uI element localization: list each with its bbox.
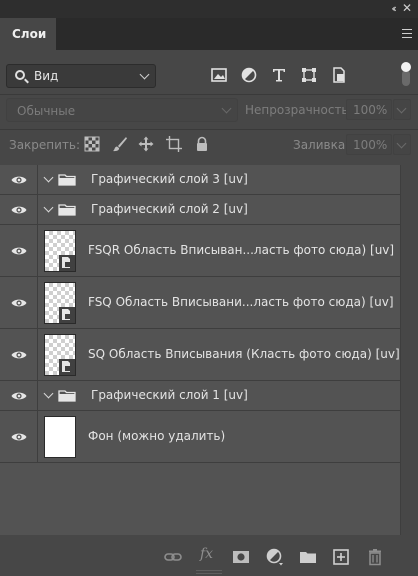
opacity-dropdown[interactable] <box>393 99 411 120</box>
panel-top-strip: ‹‹ ✕ <box>0 0 418 18</box>
chevron-down-icon <box>221 103 232 114</box>
layer-filter-kind-select[interactable]: Вид <box>6 64 156 88</box>
layer-row-smart-object[interactable]: SQ Область Вписывания (Класть фото сюда)… <box>0 329 400 381</box>
layer-thumbnail[interactable] <box>44 230 76 272</box>
chevron-down-icon <box>139 69 150 80</box>
new-layer-icon[interactable] <box>332 548 350 566</box>
new-group-icon[interactable] <box>299 548 317 566</box>
chevron-down-icon <box>396 138 407 149</box>
shape-layer-filter-icon[interactable] <box>300 66 318 84</box>
visibility-toggle[interactable] <box>0 329 38 380</box>
divider <box>0 129 418 130</box>
adjustment-layer-filter-icon[interactable] <box>240 66 258 84</box>
layer-thumbnail[interactable] <box>44 282 76 324</box>
layers-panel: Вид Обычные Непрозрачность: 100% Закрепи… <box>0 50 418 576</box>
chevron-down-icon[interactable] <box>43 202 54 213</box>
visibility-toggle[interactable] <box>0 411 38 462</box>
lock-position-icon[interactable] <box>138 136 154 152</box>
visibility-toggle[interactable] <box>0 277 38 328</box>
link-layers-icon[interactable] <box>164 548 182 566</box>
layer-row-background[interactable]: Фон (можно удалить) <box>0 411 400 463</box>
tab-layers[interactable]: Слои <box>0 18 56 50</box>
folder-icon <box>58 174 76 186</box>
layer-name: FSQ Область Вписывани...ласть фото сюда)… <box>88 295 394 309</box>
layers-scrollbar[interactable] <box>400 165 418 535</box>
fill-dropdown[interactable] <box>393 134 411 155</box>
layer-name: FSQR Область Вписыван...ласть фото сюда)… <box>88 243 395 257</box>
layer-thumbnail[interactable] <box>44 334 76 376</box>
layer-row-group[interactable]: Графический слой 3 [uv] <box>0 165 400 195</box>
visibility-toggle[interactable] <box>0 225 38 276</box>
lock-artboard-icon[interactable] <box>166 136 182 152</box>
close-panel-icon[interactable]: ✕ <box>402 1 412 15</box>
visibility-toggle[interactable] <box>0 165 38 194</box>
search-icon <box>15 70 25 80</box>
smart-object-badge-icon <box>59 307 75 323</box>
panel-tab-bar: Слои <box>0 18 418 50</box>
add-mask-icon[interactable] <box>232 548 250 566</box>
layer-name: SQ Область Вписывания (Класть фото сюда)… <box>88 347 400 361</box>
opacity-input[interactable]: 100% <box>346 99 392 120</box>
layer-thumbnail[interactable] <box>44 416 76 458</box>
eye-icon <box>11 176 27 184</box>
folder-icon <box>58 204 76 216</box>
smart-object-badge-icon <box>59 359 75 375</box>
opacity-value: 100% <box>353 103 388 117</box>
type-layer-filter-icon[interactable] <box>270 66 288 84</box>
layer-row-group[interactable]: Графический слой 2 [uv] <box>0 195 400 225</box>
eye-icon <box>11 299 27 307</box>
lock-image-pixels-icon[interactable] <box>112 136 128 152</box>
eye-icon <box>11 351 27 359</box>
resize-grip[interactable] <box>196 570 222 574</box>
smart-object-filter-icon[interactable] <box>330 66 348 84</box>
eye-icon <box>11 206 27 214</box>
layer-row-smart-object[interactable]: FSQ Область Вписывани...ласть фото сюда)… <box>0 277 400 329</box>
chevron-down-icon <box>396 103 407 114</box>
divider <box>0 94 418 95</box>
lock-all-icon[interactable] <box>194 136 210 152</box>
filter-toggle[interactable] <box>401 62 411 88</box>
layer-name: Графический слой 3 [uv] <box>91 172 248 186</box>
filter-kind-label: Вид <box>34 69 59 83</box>
folder-icon <box>58 390 76 402</box>
blend-mode-select[interactable]: Обычные <box>6 98 238 122</box>
opacity-label: Непрозрачность: <box>245 103 353 117</box>
layer-name: Графический слой 1 [uv] <box>91 388 248 402</box>
chevron-down-icon[interactable] <box>43 388 54 399</box>
blend-mode-value: Обычные <box>17 104 76 118</box>
filter-toggle-track <box>402 70 410 86</box>
fx-icon[interactable]: fx <box>200 546 218 564</box>
visibility-toggle[interactable] <box>0 195 38 224</box>
layers-list[interactable]: Графический слой 3 [uv] Графический слой… <box>0 165 418 535</box>
layer-row-smart-object[interactable]: FSQR Область Вписыван...ласть фото сюда)… <box>0 225 400 277</box>
layer-name: Графический слой 2 [uv] <box>91 202 248 216</box>
adjustment-layer-icon[interactable] <box>266 548 284 566</box>
visibility-toggle[interactable] <box>0 381 38 410</box>
hamburger-menu-icon[interactable] <box>402 29 412 38</box>
fill-value: 100% <box>353 138 388 152</box>
layer-row-group[interactable]: Графический слой 1 [uv] <box>0 381 400 411</box>
pixel-layer-filter-icon[interactable] <box>210 66 228 84</box>
eye-icon <box>11 433 27 441</box>
lock-transparent-pixels-icon[interactable] <box>84 136 100 152</box>
lock-label: Закрепить: <box>9 138 81 152</box>
fill-input[interactable]: 100% <box>346 134 392 155</box>
smart-object-badge-icon <box>59 255 75 271</box>
layer-name: Фон (можно удалить) <box>88 429 226 443</box>
fill-label: Заливка: <box>293 138 350 152</box>
eye-icon <box>11 247 27 255</box>
collapse-panel-icon[interactable]: ‹‹ <box>391 2 397 15</box>
filter-toggle-knob <box>401 62 411 72</box>
delete-layer-icon[interactable] <box>366 548 384 566</box>
chevron-down-icon[interactable] <box>43 172 54 183</box>
eye-icon <box>11 392 27 400</box>
